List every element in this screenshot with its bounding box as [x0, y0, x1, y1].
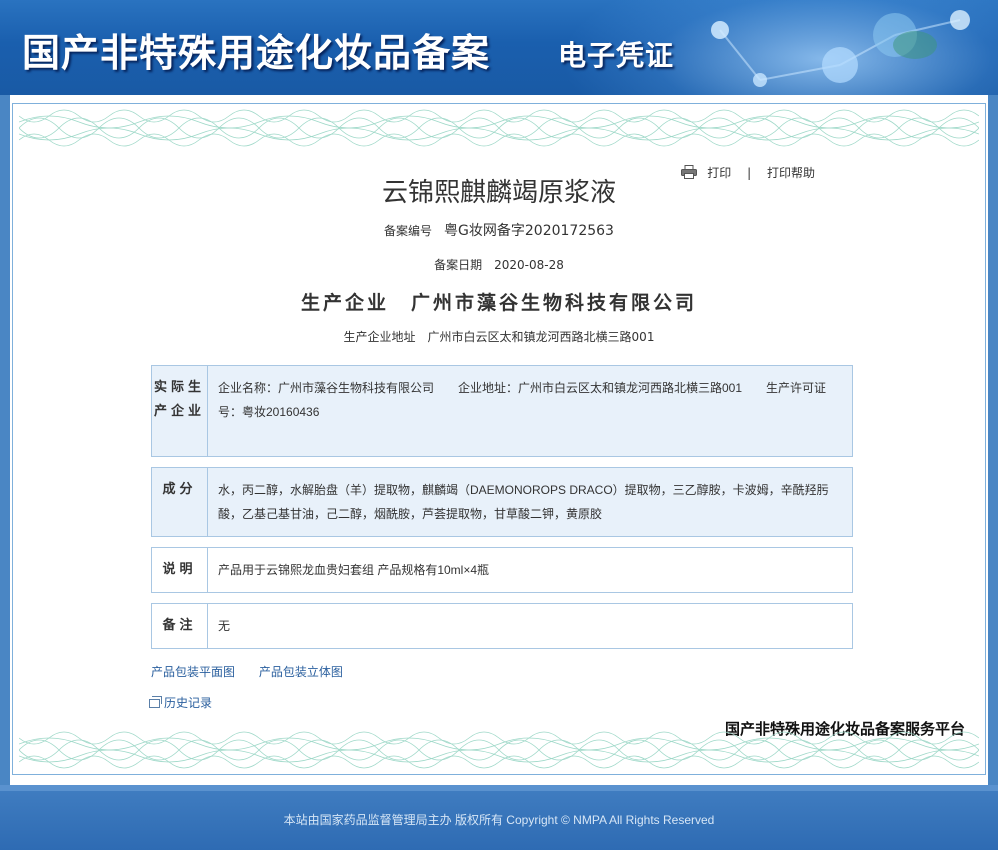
- certificate-frame: 打印 | 打印帮助 云锦熙麒麟竭原浆液 备案编号 粤G妆网备字2020172563…: [0, 95, 998, 785]
- registration-label: 备案编号: [384, 224, 433, 238]
- ingredients-section: 成分 水，丙二醇，水解胎盘（羊）提取物，麒麟竭（DAEMONOROPS DRAC…: [151, 467, 853, 537]
- filing-date-line: 备案日期 2020-08-28: [13, 256, 985, 273]
- actual-manufacturer-section: 实际生产企业 企业名称：广州市藻谷生物科技有限公司 企业地址：广州市白云区太和镇…: [151, 365, 853, 457]
- description-section: 说明 产品用于云锦熙龙血贵妇套组 产品规格有10ml×4瓶: [151, 547, 853, 593]
- ingredients-label: 成分: [152, 468, 208, 536]
- description-content: 产品用于云锦熙龙血贵妇套组 产品规格有10ml×4瓶: [218, 563, 490, 577]
- manufacturer-address-label: 生产企业地址: [343, 330, 416, 344]
- history-link[interactable]: 历史记录: [164, 696, 212, 710]
- guilloche-bottom-border: [19, 731, 979, 769]
- remarks-content: 无: [218, 619, 231, 633]
- remarks-label: 备注: [152, 604, 208, 648]
- filing-date-label: 备案日期: [434, 258, 483, 272]
- site-footer: 本站由国家药品监督管理局主办 版权所有 Copyright © NMPA All…: [0, 785, 998, 850]
- description-label: 说明: [152, 548, 208, 592]
- history-window-icon: [149, 696, 162, 708]
- certificate-panel: 打印 | 打印帮助 云锦熙麒麟竭原浆液 备案编号 粤G妆网备字2020172563…: [12, 103, 986, 775]
- copyright-text: 本站由国家药品监督管理局主办 版权所有 Copyright © NMPA All…: [283, 813, 715, 827]
- manufacturer-address-value: 广州市白云区太和镇龙河西路北横三路001: [427, 330, 655, 344]
- history-link-row[interactable]: 历史记录: [149, 694, 212, 711]
- header-banner: 国产非特殊用途化妆品备案 电子凭证: [0, 0, 998, 95]
- remarks-section: 备注 无: [151, 603, 853, 649]
- banner-subtitle: 电子凭证: [558, 39, 675, 72]
- actual-manufacturer-label: 实际生产企业: [152, 366, 208, 456]
- registration-number: 粤G妆网备字2020172563: [444, 223, 614, 239]
- filing-date-value: 2020-08-28: [494, 258, 564, 272]
- manufacturer-address-line: 生产企业地址 广州市白云区太和镇龙河西路北横三路001: [13, 328, 985, 345]
- manufacturer-line: 生产企业 广州市藻谷生物科技有限公司: [13, 288, 985, 315]
- actual-manufacturer-content: 企业名称：广州市藻谷生物科技有限公司 企业地址：广州市白云区太和镇龙河西路北横三…: [218, 381, 827, 419]
- flat-package-image-link[interactable]: 产品包装平面图: [151, 665, 235, 679]
- banner-title: 国产非特殊用途化妆品备案: [22, 30, 491, 75]
- guilloche-top-border: [19, 109, 979, 147]
- package-image-links: 产品包装平面图 产品包装立体图: [151, 663, 363, 680]
- registration-line: 备案编号 粤G妆网备字2020172563: [13, 220, 985, 240]
- product-name: 云锦熙麒麟竭原浆液: [381, 178, 616, 208]
- manufacturer-name: 广州市藻谷生物科技有限公司: [411, 292, 698, 314]
- ingredients-content: 水，丙二醇，水解胎盘（羊）提取物，麒麟竭（DAEMONOROPS DRACO）提…: [218, 483, 829, 521]
- 3d-package-image-link[interactable]: 产品包装立体图: [259, 665, 343, 679]
- manufacturer-label: 生产企业: [300, 292, 389, 314]
